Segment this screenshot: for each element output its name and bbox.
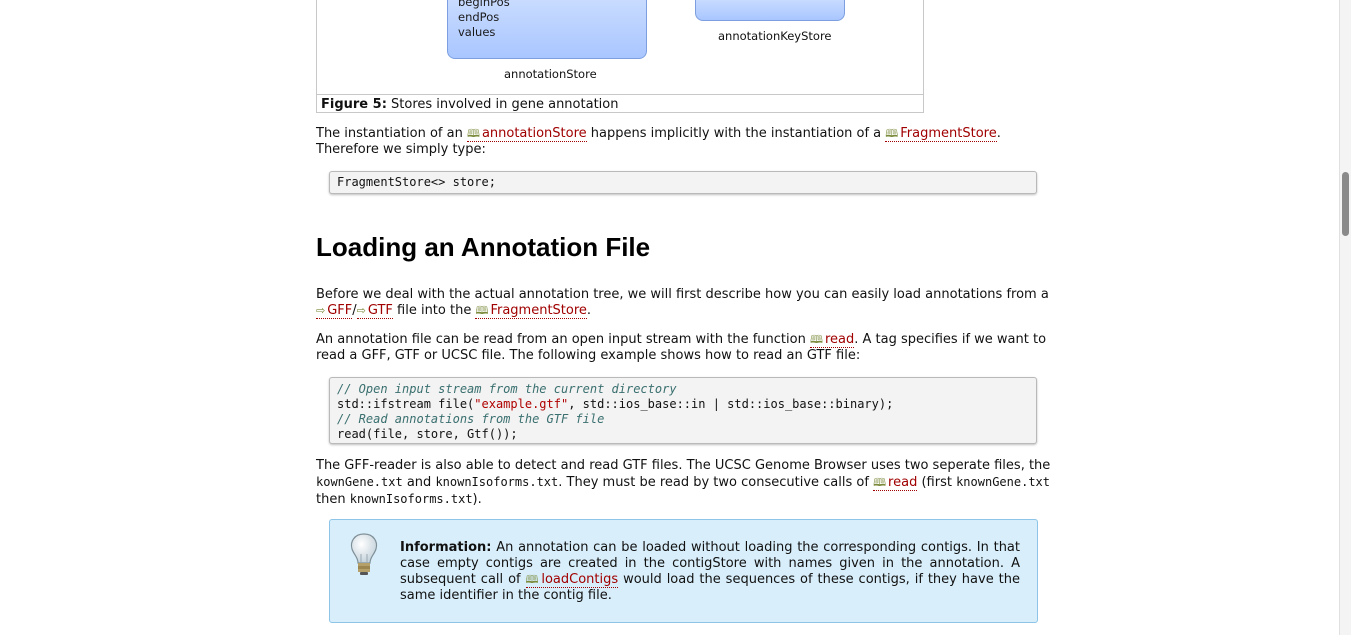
caption-number: Figure 5:: [321, 97, 387, 112]
book-icon: 🕮: [525, 573, 540, 586]
field-begin-pos: beginPos: [458, 0, 510, 9]
link-label: read: [824, 332, 855, 347]
annotation-key-store-label: annotationKeyStore: [718, 29, 832, 43]
book-icon: 🕮: [809, 333, 823, 346]
section-heading: Loading an Annotation File: [316, 232, 651, 262]
text: happens implicitly with the instantiatio…: [586, 126, 886, 141]
link-label: FragmentStore: [490, 303, 587, 318]
arrow-link-icon: ⇨: [356, 304, 366, 317]
paragraph-instantiation: The instantiation of an 🕮 annotationStore…: [316, 126, 1056, 158]
store-fields: beginPos endPos values: [458, 0, 510, 40]
caption-text: Stores involved in gene annotation: [391, 97, 619, 112]
text: The instantiation of an: [316, 126, 467, 141]
link-label: FragmentStore: [900, 126, 997, 141]
link-annotation-store[interactable]: 🕮 annotationStore: [466, 126, 587, 142]
link-label: loadContigs: [541, 572, 619, 587]
vertical-scrollbar[interactable]: [1339, 0, 1351, 635]
paragraph-gff-reader: The GFF-reader is also able to detect an…: [316, 458, 1056, 508]
information-box: Information: An annotation can be loaded…: [329, 519, 1038, 623]
text: An annotation file can be read from an o…: [316, 332, 810, 347]
field-values: values: [458, 25, 496, 39]
annotation-store-label: annotationStore: [504, 67, 597, 81]
figure-diagram: beginPos endPos values annotationStore a…: [316, 0, 924, 113]
link-gtf[interactable]: ⇨ GTF: [356, 303, 393, 319]
link-label: GFF: [327, 303, 353, 318]
code-part: std::ifstream file(: [337, 397, 475, 411]
inline-code: knownIsoforms.txt: [349, 492, 473, 506]
link-label: read: [888, 475, 918, 490]
text: (first: [917, 475, 957, 490]
inline-code: kownGene.txt: [316, 475, 403, 489]
book-icon: 🕮: [873, 476, 887, 489]
code-block-read: // Open input stream from the current di…: [329, 377, 1037, 444]
link-fragment-store-2[interactable]: 🕮 FragmentStore: [475, 303, 587, 319]
annotation-store-box: beginPos endPos values: [447, 0, 647, 59]
text: /: [352, 303, 357, 318]
information-label: Information:: [400, 540, 492, 555]
book-icon: 🕮: [885, 127, 899, 140]
field-end-pos: endPos: [458, 10, 500, 24]
inline-code: knownIsoforms.txt: [435, 475, 559, 489]
link-gff[interactable]: ⇨ GFF: [316, 303, 353, 319]
arrow-link-icon: ⇨: [316, 304, 326, 317]
information-text: Information: An annotation can be loaded…: [400, 540, 1020, 604]
code-string: "example.gtf": [474, 397, 569, 411]
text: . They must be read by two consecutive c…: [558, 475, 874, 490]
link-fragment-store[interactable]: 🕮 FragmentStore: [885, 126, 997, 142]
paragraph-read-function: An annotation file can be read from an o…: [316, 332, 1056, 364]
code-comment: // Open input stream from the current di…: [337, 382, 677, 396]
text: .: [586, 303, 592, 318]
code-comment: // Read annotations from the GTF file: [337, 412, 605, 426]
book-icon: 🕮: [466, 127, 480, 140]
link-label: GTF: [367, 303, 393, 318]
annotation-key-store-box: [695, 0, 845, 21]
scrollbar-thumb[interactable]: [1342, 172, 1349, 236]
text: Before we deal with the actual annotatio…: [316, 287, 1049, 302]
code-line: read(file, store, Gtf());: [337, 427, 518, 441]
lightbulb-icon: [350, 533, 378, 575]
text: then: [316, 492, 350, 507]
code-block-store: FragmentStore<> store;: [329, 171, 1037, 194]
text: ).: [472, 492, 482, 507]
inline-code: knownGene.txt: [956, 475, 1050, 489]
text: and: [402, 475, 436, 490]
paragraph-loading-intro: Before we deal with the actual annotatio…: [316, 287, 1056, 319]
code-line: std::ifstream file("example.gtf", std::i…: [337, 397, 1029, 412]
link-read-2[interactable]: 🕮 read: [873, 475, 918, 491]
book-icon: 🕮: [475, 304, 489, 317]
link-read[interactable]: 🕮 read: [809, 332, 855, 348]
code-part: , std::ios_base::in | std::ios_base::bin…: [568, 397, 894, 411]
link-load-contigs[interactable]: 🕮 loadContigs: [525, 572, 619, 588]
code-line: FragmentStore<> store;: [337, 175, 496, 189]
figure-caption: Figure 5: Stores involved in gene annota…: [317, 94, 923, 112]
link-label: annotationStore: [481, 126, 587, 141]
text: The GFF-reader is also able to detect an…: [316, 458, 1051, 473]
text: file into the: [392, 303, 476, 318]
